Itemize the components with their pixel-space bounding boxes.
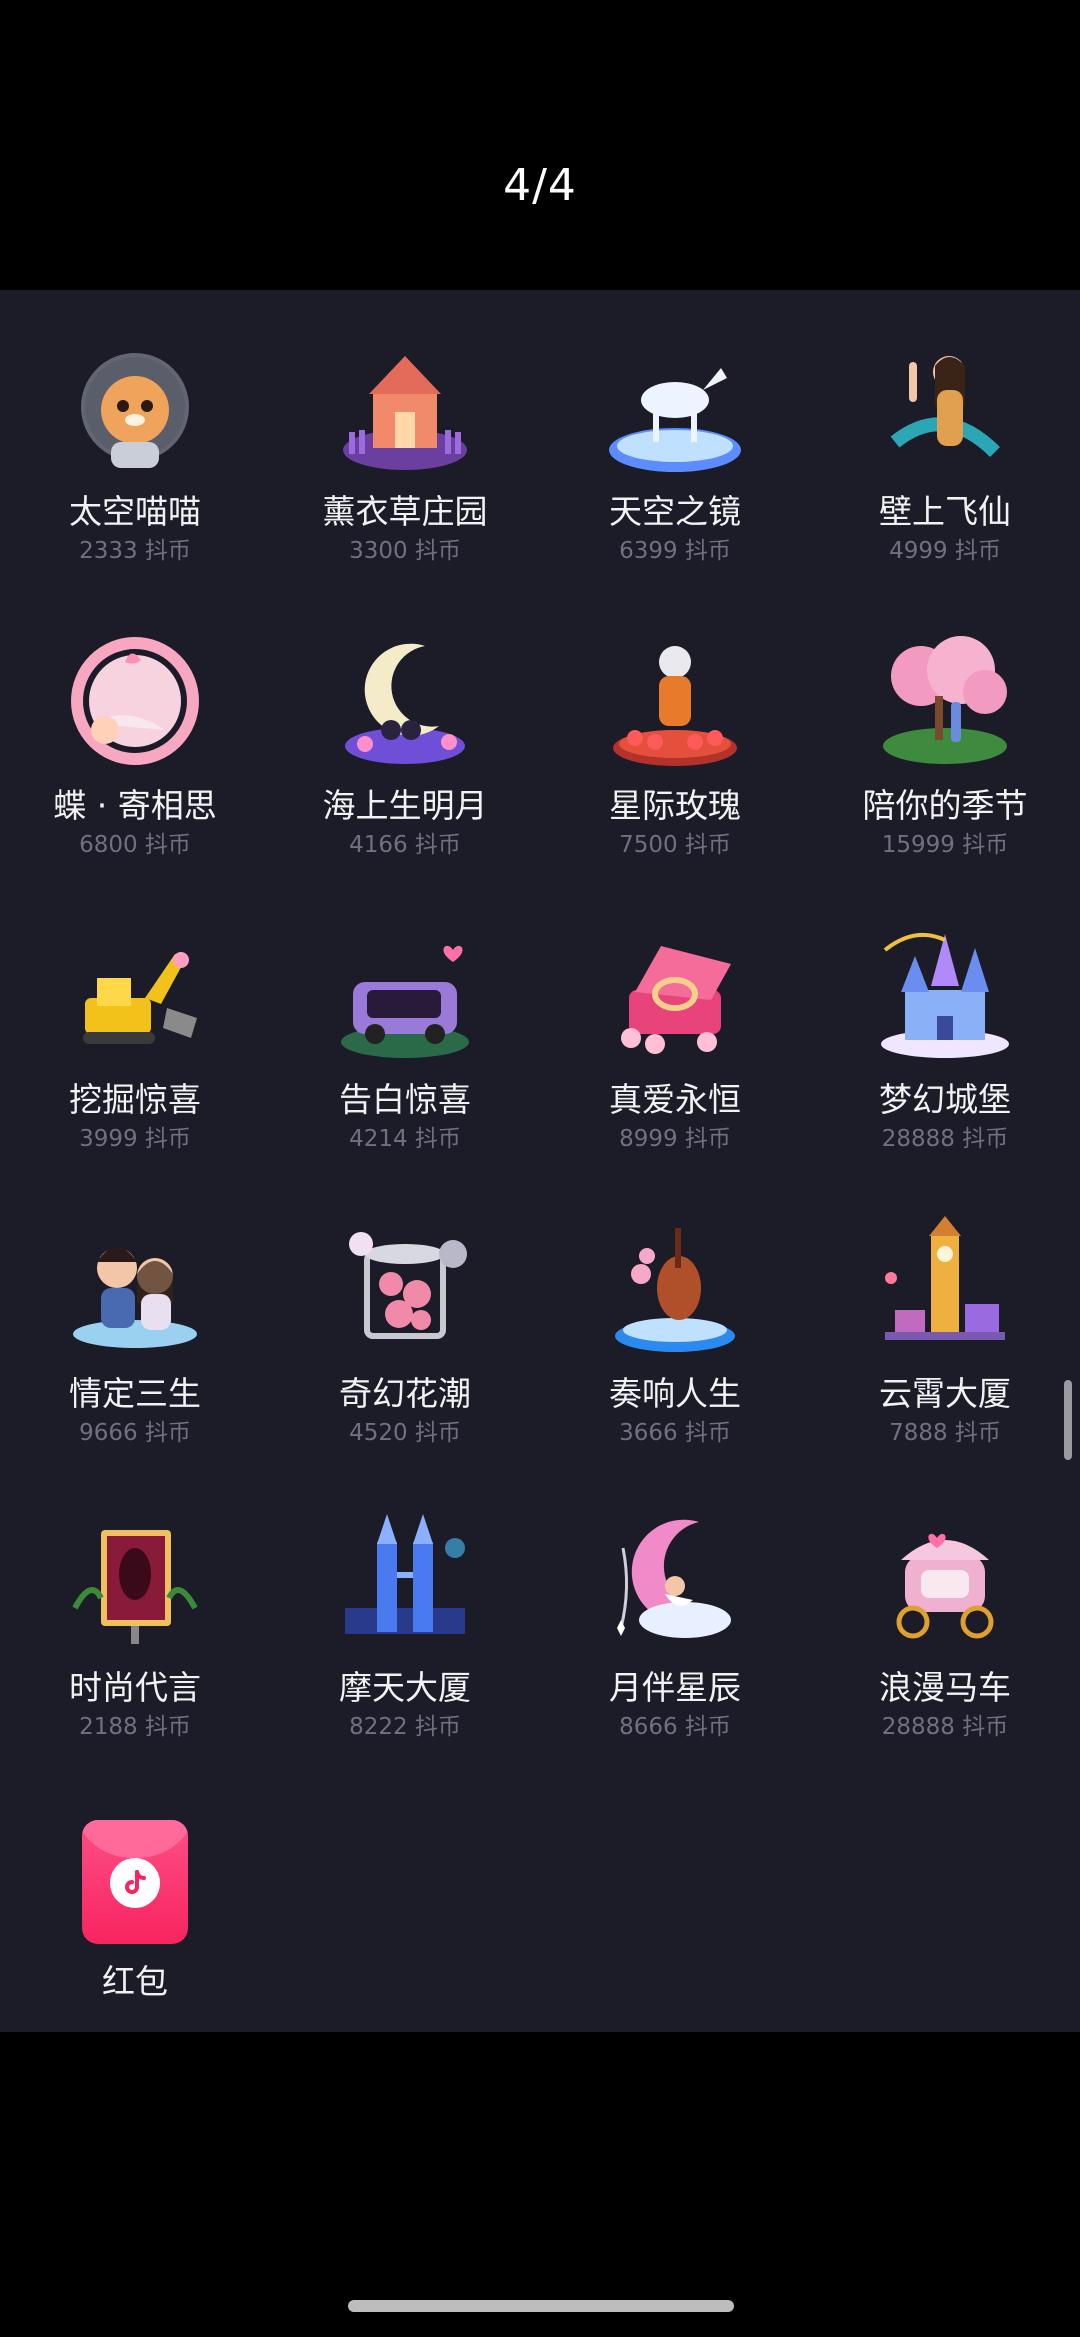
- gift-item[interactable]: 壁上飞仙 4999 抖币: [810, 328, 1080, 622]
- lavender-manor-icon: [325, 332, 485, 482]
- gift-price: 8666 抖币: [619, 1714, 731, 1740]
- gift-price: 6800 抖币: [79, 832, 191, 858]
- flower-cage-icon: [325, 1214, 485, 1364]
- flying-fairy-icon: [865, 332, 1025, 482]
- gift-name: 奏响人生: [609, 1374, 741, 1413]
- violin-stage-icon: [595, 1214, 755, 1364]
- gift-panel-screen: 4/4 太空喵喵 2333 抖币 薰衣草庄园 3300 抖币 天空之镜 6399 抖币 壁上…: [0, 0, 1080, 2337]
- gift-price: 8999 抖币: [619, 1126, 731, 1152]
- scrollbar[interactable]: [1064, 1380, 1072, 1460]
- gift-name: 云霄大厦: [879, 1374, 1011, 1413]
- twin-towers-icon: [325, 1508, 485, 1658]
- gift-price: 7888 抖币: [889, 1420, 1001, 1446]
- gift-name: 挖掘惊喜: [69, 1080, 201, 1119]
- gift-price: 7500 抖币: [619, 832, 731, 858]
- gift-price: 28888 抖币: [881, 1714, 1009, 1740]
- gift-price: 8222 抖币: [349, 1714, 461, 1740]
- gift-price: 6399 抖币: [619, 538, 731, 564]
- astronaut-roses-icon: [595, 626, 755, 776]
- cherry-blossom-couple-icon: [865, 626, 1025, 776]
- gift-item[interactable]: 摩天大厦 8222 抖币: [270, 1504, 540, 1798]
- gift-name: 告白惊喜: [339, 1080, 471, 1119]
- gift-item[interactable]: 陪你的季节 15999 抖币: [810, 622, 1080, 916]
- carriage-icon: [865, 1508, 1025, 1658]
- gift-item[interactable]: 月伴星辰 8666 抖币: [540, 1504, 810, 1798]
- gift-item[interactable]: 太空喵喵 2333 抖币: [0, 328, 270, 622]
- page-indicator: 4/4: [503, 160, 577, 211]
- home-indicator[interactable]: [348, 2300, 734, 2312]
- love-car-icon: [325, 920, 485, 1070]
- gift-name: 太空喵喵: [69, 492, 201, 531]
- gift-price: 9666 抖币: [79, 1420, 191, 1446]
- gift-item[interactable]: 天空之镜 6399 抖币: [540, 328, 810, 622]
- gift-name: 情定三生: [69, 1374, 201, 1413]
- gift-price: 3300 抖币: [349, 538, 461, 564]
- gift-price: 2333 抖币: [79, 538, 191, 564]
- gift-name: 星际玫瑰: [609, 786, 741, 825]
- butterfly-frame-icon: [55, 626, 215, 776]
- gift-item[interactable]: 真爱永恒 8999 抖币: [540, 916, 810, 1210]
- gift-name: 蝶 · 寄相思: [53, 786, 217, 825]
- red-packet-item[interactable]: 红包: [45, 1820, 225, 2004]
- gift-price: 4999 抖币: [889, 538, 1001, 564]
- gift-item[interactable]: 星际玫瑰 7500 抖币: [540, 622, 810, 916]
- space-cat-icon: [55, 332, 215, 482]
- clock-tower-icon: [865, 1214, 1025, 1364]
- gift-name: 摩天大厦: [339, 1668, 471, 1707]
- gift-name: 薰衣草庄园: [322, 492, 488, 531]
- gift-item[interactable]: 云霄大厦 7888 抖币: [810, 1210, 1080, 1504]
- gift-name: 浪漫马车: [879, 1668, 1011, 1707]
- moon-swing-icon: [595, 1508, 755, 1658]
- gift-price: 15999 抖币: [881, 832, 1009, 858]
- gift-item[interactable]: 挖掘惊喜 3999 抖币: [0, 916, 270, 1210]
- gift-name: 梦幻城堡: [879, 1080, 1011, 1119]
- gift-item[interactable]: 情定三生 9666 抖币: [0, 1210, 270, 1504]
- gift-item[interactable]: 告白惊喜 4214 抖币: [270, 916, 540, 1210]
- sky-mirror-horse-icon: [595, 332, 755, 482]
- gift-item[interactable]: 奏响人生 3666 抖币: [540, 1210, 810, 1504]
- gift-item[interactable]: 海上生明月 4166 抖币: [270, 622, 540, 916]
- gift-item[interactable]: 浪漫马车 28888 抖币: [810, 1504, 1080, 1798]
- gift-name: 天空之镜: [609, 492, 741, 531]
- billboard-icon: [55, 1508, 215, 1658]
- gift-price: 2188 抖币: [79, 1714, 191, 1740]
- gift-item[interactable]: 蝶 · 寄相思 6800 抖币: [0, 622, 270, 916]
- gift-item[interactable]: 梦幻城堡 28888 抖币: [810, 916, 1080, 1210]
- gift-name: 月伴星辰: [609, 1668, 741, 1707]
- couple-portrait-icon: [55, 1214, 215, 1364]
- excavator-icon: [55, 920, 215, 1070]
- gift-price: 3999 抖币: [79, 1126, 191, 1152]
- gift-name: 时尚代言: [69, 1668, 201, 1707]
- gift-price: 3666 抖币: [619, 1420, 731, 1446]
- gift-price: 4214 抖币: [349, 1126, 461, 1152]
- gift-name: 壁上飞仙: [879, 492, 1011, 531]
- gift-price: 4520 抖币: [349, 1420, 461, 1446]
- gift-name: 海上生明月: [322, 786, 488, 825]
- gift-item[interactable]: 时尚代言 2188 抖币: [0, 1504, 270, 1798]
- red-packet-label: 红包: [102, 1962, 168, 2001]
- gift-price: 4166 抖币: [349, 832, 461, 858]
- gift-name: 奇幻花潮: [339, 1374, 471, 1413]
- gift-name: 真爱永恒: [609, 1080, 741, 1119]
- crescent-moon-couple-icon: [325, 626, 485, 776]
- gift-item[interactable]: 薰衣草庄园 3300 抖币: [270, 328, 540, 622]
- gift-panel: 太空喵喵 2333 抖币 薰衣草庄园 3300 抖币 天空之镜 6399 抖币 壁上飞仙 49…: [0, 290, 1080, 2032]
- gift-name: 陪你的季节: [862, 786, 1028, 825]
- gift-grid: 太空喵喵 2333 抖币 薰衣草庄园 3300 抖币 天空之镜 6399 抖币 壁上飞仙 49…: [0, 328, 1080, 1798]
- red-packet-icon: [82, 1820, 188, 1944]
- fantasy-castle-icon: [865, 920, 1025, 1070]
- gift-price: 28888 抖币: [881, 1126, 1009, 1152]
- ring-box-icon: [595, 920, 755, 1070]
- gift-item[interactable]: 奇幻花潮 4520 抖币: [270, 1210, 540, 1504]
